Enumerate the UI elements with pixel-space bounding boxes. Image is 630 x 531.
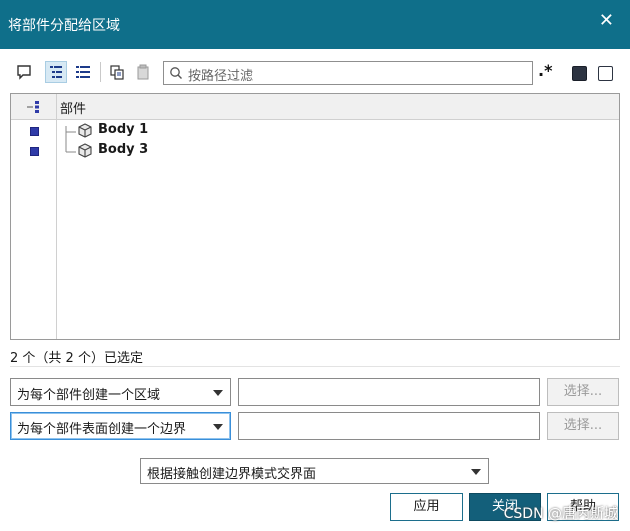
search-placeholder: 按路径过滤 [188, 69, 254, 84]
boundary-mode-value: 为每个部件表面创建一个边界 [17, 422, 187, 437]
boundary-mode-select[interactable]: 为每个部件表面创建一个边界 [10, 412, 231, 440]
parts-tree[interactable]: 部件 Body 1 Body 3 [10, 93, 620, 340]
select-button-2[interactable]: 选择... [547, 412, 619, 440]
boundary-target-field[interactable] [238, 412, 540, 440]
tree-header-label: 部件 [60, 102, 87, 117]
dialog-title: 将部件分配给区域 [8, 18, 120, 34]
tree-item-label: Body 1 [98, 122, 149, 137]
tree-row[interactable]: Body 1 [11, 121, 611, 141]
chevron-down-icon [213, 424, 223, 430]
interface-mode-select[interactable]: 根据接触创建边界模式交界面 [140, 458, 489, 484]
selection-status: 2 个（共 2 个）已选定 [10, 351, 143, 366]
tree-header: 部件 [11, 94, 619, 120]
apply-button[interactable]: 应用 [390, 493, 463, 521]
selected-marker-icon[interactable] [30, 127, 39, 136]
tree-row[interactable]: Body 3 [11, 141, 611, 161]
divider [10, 366, 620, 367]
region-mode-select[interactable]: 为每个部件创建一个区域 [10, 378, 231, 406]
select-all-icon[interactable] [572, 66, 587, 81]
region-target-field[interactable] [238, 378, 540, 406]
body-icon [76, 121, 94, 143]
search-icon [169, 66, 183, 84]
watermark: CSDN @唐丙斯城 [503, 506, 618, 522]
interface-mode-value: 根据接触创建边界模式交界面 [147, 467, 317, 482]
chevron-down-icon [471, 469, 481, 475]
toolbar-separator [100, 62, 101, 82]
close-icon[interactable]: ✕ [599, 12, 614, 30]
chevron-down-icon [213, 390, 223, 396]
tree-item-label: Body 3 [98, 142, 149, 157]
title-bar: 将部件分配给区域 ✕ [0, 0, 630, 49]
tree-expand-icon[interactable] [26, 100, 42, 118]
region-mode-value: 为每个部件创建一个区域 [17, 388, 161, 403]
regex-toggle[interactable]: .* [538, 61, 552, 80]
select-none-icon[interactable] [598, 66, 613, 81]
paste-icon[interactable] [132, 61, 154, 83]
list-view-icon[interactable] [72, 61, 94, 83]
copy-icon[interactable] [106, 61, 128, 83]
comment-icon[interactable] [13, 61, 35, 83]
search-input[interactable]: 按路径过滤 [163, 61, 533, 85]
selected-marker-icon[interactable] [30, 147, 39, 156]
select-button-1[interactable]: 选择... [547, 378, 619, 406]
tree-view-icon[interactable] [45, 61, 67, 83]
body-icon [76, 141, 94, 163]
